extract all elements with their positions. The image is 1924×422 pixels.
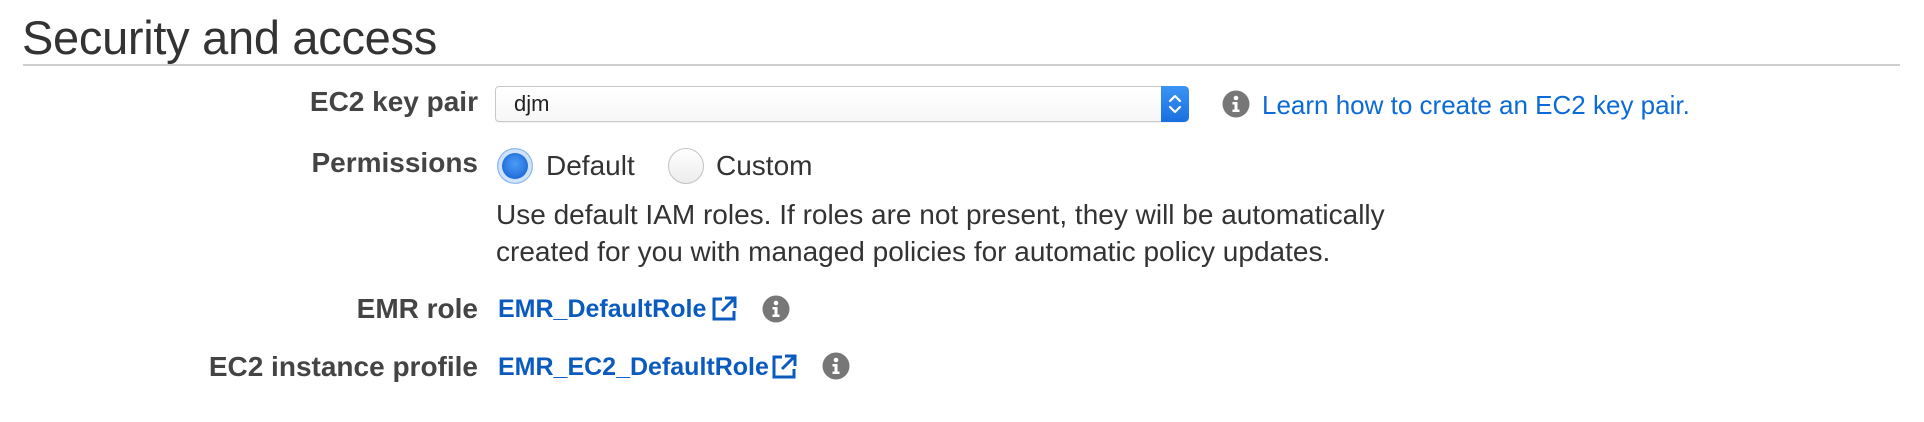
permissions-description: Use default IAM roles. If roles are not … <box>496 199 1385 267</box>
chevron-up-down-icon[interactable] <box>1161 86 1189 122</box>
permissions-label: Permissions <box>311 147 478 178</box>
section-divider <box>23 64 1900 66</box>
external-link-icon[interactable] <box>770 353 798 381</box>
permissions-custom-label[interactable]: Custom <box>716 150 812 182</box>
instance-profile-label: EC2 instance profile <box>208 351 478 382</box>
info-icon[interactable] <box>822 352 850 380</box>
instance-profile-link[interactable]: EMR_EC2_DefaultRole <box>498 353 769 382</box>
emr-role-label: EMR role <box>356 293 478 324</box>
key-pair-selected-value: djm <box>514 91 550 116</box>
info-icon[interactable] <box>1222 90 1250 118</box>
learn-key-pair-link[interactable]: Learn how to create an EC2 key pair. <box>1262 90 1690 121</box>
permissions-custom-radio[interactable] <box>668 148 704 184</box>
info-icon[interactable] <box>762 295 790 323</box>
key-pair-select[interactable]: djm <box>495 86 1189 122</box>
section-title: Security and access <box>22 11 437 64</box>
external-link-icon[interactable] <box>710 295 738 323</box>
permissions-default-radio[interactable] <box>497 148 533 184</box>
emr-role-link[interactable]: EMR_DefaultRole <box>498 295 706 324</box>
permissions-default-label[interactable]: Default <box>546 150 635 182</box>
key-pair-label: EC2 key pair <box>309 86 478 117</box>
